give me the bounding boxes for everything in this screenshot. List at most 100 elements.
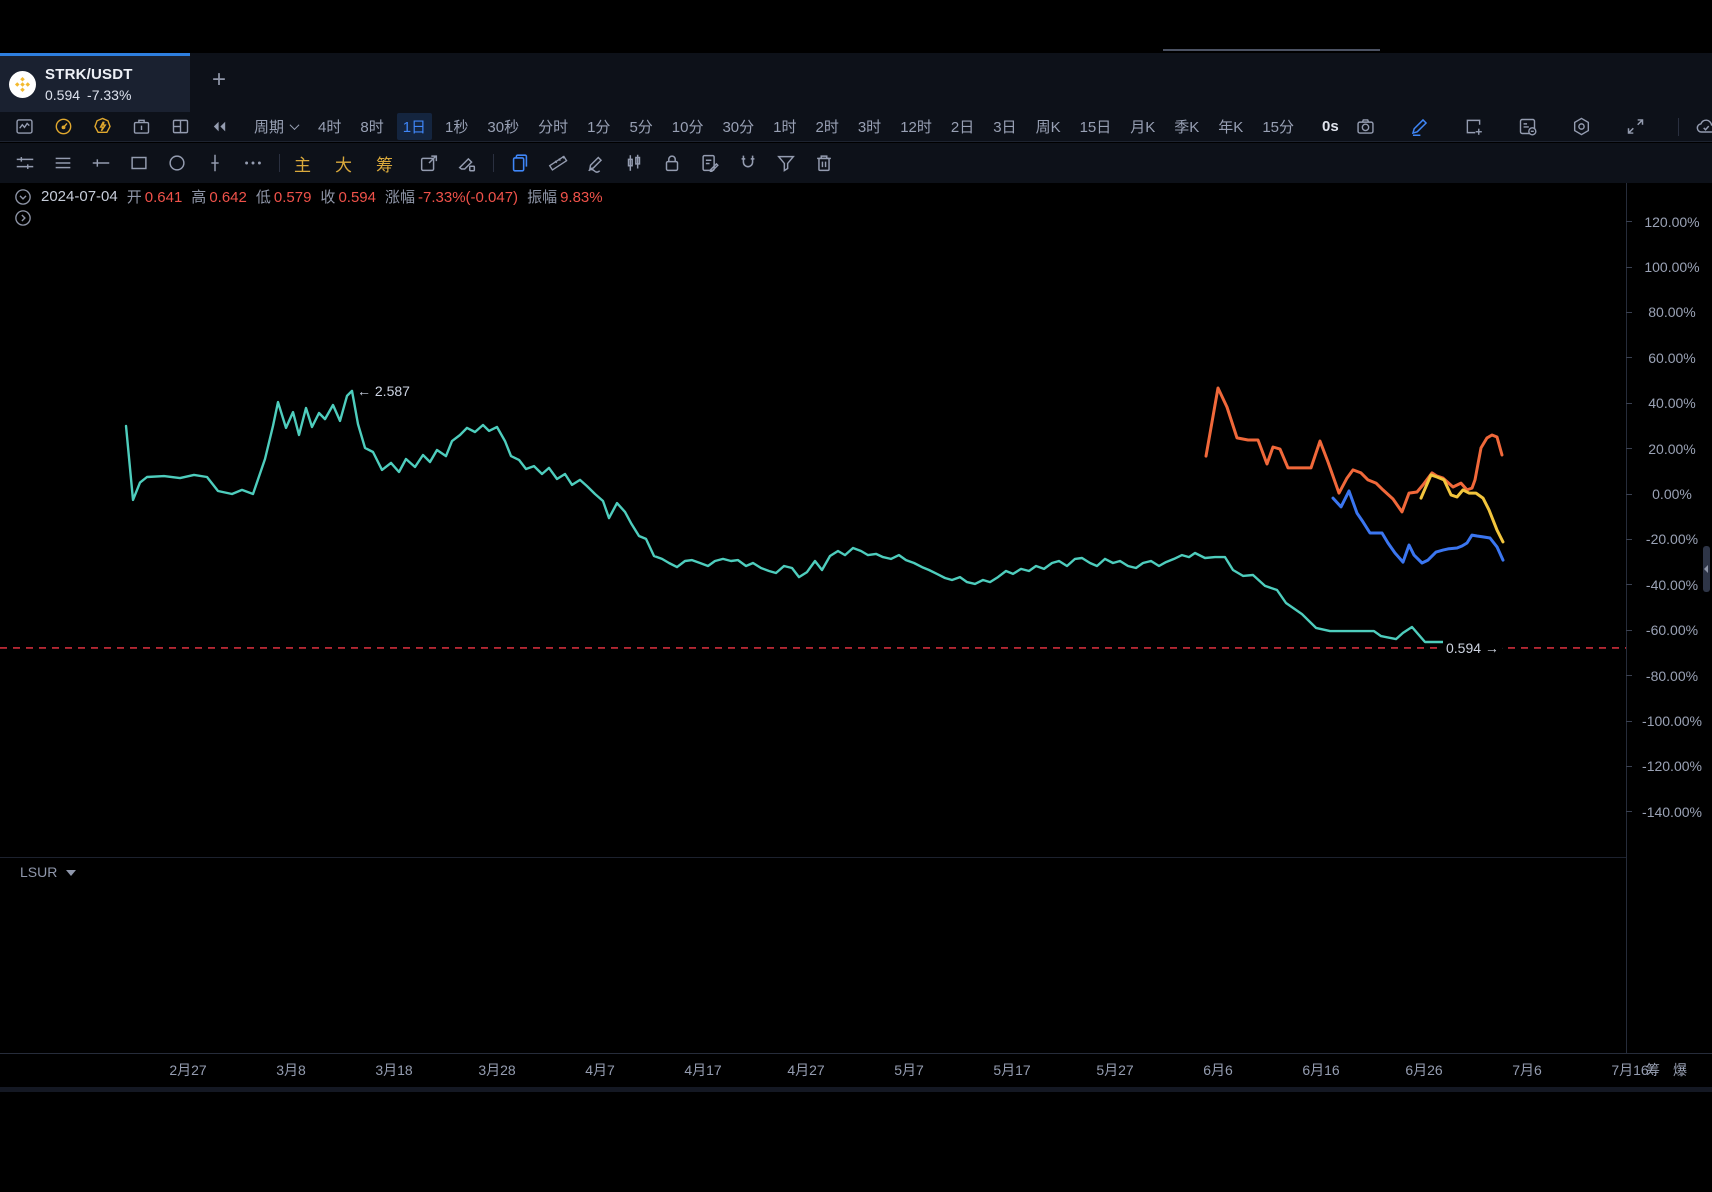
new-pane-icon[interactable]	[1462, 115, 1486, 139]
timeframe-1时[interactable]: 1时	[767, 113, 802, 140]
expand-chevron-icon[interactable]	[14, 209, 32, 227]
window-edge-line	[1163, 49, 1380, 51]
y-tick-80: 80.00%	[1626, 305, 1712, 319]
y-tick-120: 120.00%	[1626, 215, 1712, 229]
close-value: 0.594	[338, 189, 376, 206]
collapse-chevron-icon[interactable]	[14, 188, 32, 206]
workspace-dropdown[interactable]: Crypto	[1694, 115, 1712, 139]
briefcase-icon[interactable]	[129, 115, 153, 139]
selection-mode-icon[interactable]	[508, 151, 532, 175]
x-tick-2月27: 2月27	[169, 1060, 206, 1080]
ruler-icon[interactable]	[546, 151, 570, 175]
pane-divider[interactable]	[0, 857, 1626, 858]
timeframe-月K[interactable]: 月K	[1124, 113, 1161, 140]
timeframe-4时[interactable]: 4时	[312, 113, 347, 140]
binance-logo-icon	[9, 71, 36, 98]
y-tick--20: -20.00%	[1626, 532, 1712, 546]
y-tick--80: -80.00%	[1626, 669, 1712, 683]
timeframe-分时[interactable]: 分时	[532, 113, 574, 140]
y-tick-100: 100.00%	[1626, 260, 1712, 274]
timeframe-季K[interactable]: 季K	[1168, 113, 1205, 140]
lock-icon[interactable]	[660, 151, 684, 175]
timeframe-30分[interactable]: 30分	[716, 113, 760, 140]
timeframe-5分[interactable]: 5分	[623, 113, 658, 140]
layout-columns-icon[interactable]	[168, 115, 192, 139]
kline-window-icon[interactable]	[12, 115, 36, 139]
timeframe-1日[interactable]: 1日	[397, 113, 432, 140]
freehand-draw-icon[interactable]	[584, 151, 608, 175]
gauge-icon[interactable]	[51, 115, 75, 139]
high-value: 0.642	[209, 189, 247, 206]
notes-edit-icon[interactable]	[698, 151, 722, 175]
x-tick-5月7: 5月7	[894, 1060, 924, 1080]
y-tick-0: 0.00%	[1626, 487, 1712, 501]
magnet-icon[interactable]	[736, 151, 760, 175]
y-tick-60: 60.00%	[1626, 351, 1712, 365]
chips-toggle[interactable]: 筹	[376, 151, 393, 176]
rectangle-tool-icon[interactable]	[127, 151, 151, 175]
circle-tool-icon[interactable]	[165, 151, 189, 175]
eraser-icon[interactable]	[455, 151, 479, 175]
tab-price-row: 0.594-7.33%	[45, 87, 138, 103]
axis-extra-爆[interactable]: 爆	[1673, 1060, 1687, 1080]
open-value: 0.641	[145, 189, 183, 206]
timeframe-10分[interactable]: 10分	[666, 113, 710, 140]
timeframe-12时[interactable]: 12时	[894, 113, 938, 140]
large-chart-toggle[interactable]: 大	[335, 151, 352, 176]
timeframe-2日[interactable]: 2日	[945, 113, 980, 140]
draw-pencil-icon[interactable]	[1408, 115, 1432, 139]
filter-icon[interactable]	[774, 151, 798, 175]
timeframe-15日[interactable]: 15日	[1074, 113, 1118, 140]
cloud-check-icon	[1694, 115, 1712, 139]
timeframe-1秒[interactable]: 1秒	[439, 113, 474, 140]
y-tick--60: -60.00%	[1626, 623, 1712, 637]
timeframe-30秒[interactable]: 30秒	[481, 113, 525, 140]
settings-hexagon-icon[interactable]	[1570, 115, 1594, 139]
symbol-tab[interactable]: STRK/USDT 0.594-7.33%	[0, 53, 190, 112]
ohlc-readout: 2024-07-04 开0.641 高0.642 低0.579 收0.594 涨…	[14, 186, 612, 207]
drawing-toolbar: 主 大 筹	[0, 143, 1712, 183]
fullscreen-icon[interactable]	[1624, 115, 1648, 139]
timeframe-15分[interactable]: 15分	[1256, 113, 1300, 140]
series-compare-yellow	[1421, 475, 1503, 542]
y-tick--100: -100.00%	[1626, 714, 1712, 728]
x-tick-4月7: 4月7	[585, 1060, 615, 1080]
main-chart-toggle[interactable]: 主	[294, 151, 311, 176]
rewind-icon[interactable]	[207, 115, 231, 139]
horizontal-line-icon[interactable]	[89, 151, 113, 175]
timeframe-周K[interactable]: 周K	[1030, 113, 1067, 140]
export-icon[interactable]	[417, 151, 441, 175]
axis-extra-筹[interactable]: 筹	[1646, 1060, 1660, 1080]
timeframe-年K[interactable]: 年K	[1212, 113, 1249, 140]
new-tab-button[interactable]: +	[205, 67, 233, 95]
y-tick--120: -120.00%	[1626, 759, 1712, 773]
more-tools-icon[interactable]	[241, 151, 265, 175]
x-axis-border	[0, 1053, 1712, 1054]
countdown-timer: 0s	[1322, 118, 1339, 135]
timeframe-2时[interactable]: 2时	[810, 113, 845, 140]
timeframe-3日[interactable]: 3日	[987, 113, 1022, 140]
timeframe-list: 4时 8时 1日 1秒 30秒分时 1分 5分 10分30分 1时 2时 3时 12时 2日 3日周K 15…	[312, 113, 1307, 140]
indicator-selector[interactable]: LSUR	[20, 864, 76, 880]
current-price-label: 0.594 →	[1443, 640, 1502, 656]
camera-icon[interactable]	[1354, 115, 1378, 139]
tab-symbol: STRK/USDT	[45, 66, 138, 83]
trash-icon[interactable]	[812, 151, 836, 175]
trend-lines-icon[interactable]	[13, 151, 37, 175]
period-dropdown[interactable]: 周期	[254, 116, 298, 137]
y-tick-20: 20.00%	[1626, 442, 1712, 456]
y-axis-scrollbar[interactable]	[1703, 546, 1710, 592]
candlestick-icon[interactable]	[622, 151, 646, 175]
x-tick-6月26: 6月26	[1405, 1060, 1442, 1080]
timeframe-8时[interactable]: 8时	[354, 113, 389, 140]
parallel-lines-icon[interactable]	[51, 151, 75, 175]
x-tick-5月17: 5月17	[993, 1060, 1030, 1080]
amplitude-label: 振幅	[527, 189, 557, 206]
screenshot-badge-icon[interactable]	[1516, 115, 1540, 139]
vertical-line-icon[interactable]	[203, 151, 227, 175]
bolt-badge-icon[interactable]	[90, 115, 114, 139]
timeframe-1分[interactable]: 1分	[581, 113, 616, 140]
chart-area[interactable]: 2024-07-04 开0.641 高0.642 低0.579 收0.594 涨…	[0, 183, 1712, 1092]
x-tick-5月27: 5月27	[1096, 1060, 1133, 1080]
timeframe-3时[interactable]: 3时	[852, 113, 887, 140]
